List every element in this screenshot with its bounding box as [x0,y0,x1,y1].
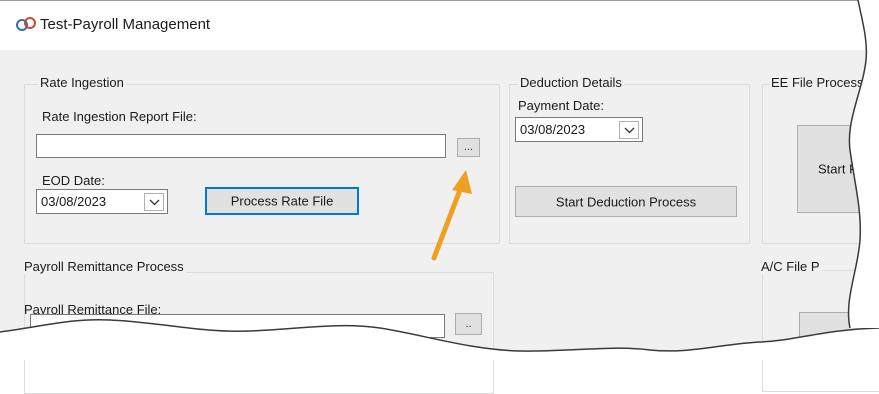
ee-file-processing-legend: EE File Processi [769,75,869,90]
start-deduction-process-button[interactable]: Start Deduction Process [515,186,737,217]
process-rate-file-button[interactable]: Process Rate File [205,187,359,215]
window-title: Test-Payroll Management [40,16,211,33]
ac-file-button[interactable] [799,312,879,352]
rate-ingestion-group [24,84,500,244]
payment-date-value: 03/08/2023 [520,122,586,137]
link-icon [16,17,36,31]
start-file-button[interactable]: Start File [797,125,879,213]
rate-ingestion-report-file-input[interactable] [36,134,446,158]
payroll-window: Test-Payroll Management Rate Ingestion R… [0,0,879,394]
eod-date-picker[interactable]: 03/08/2023 [36,189,168,214]
chevron-down-icon [149,199,160,206]
eod-date-dropdown-button[interactable] [144,193,164,211]
payroll-remittance-legend: Payroll Remittance Process [22,259,186,274]
rate-ingestion-report-file-label: Rate Ingestion Report File: [42,109,197,124]
payment-date-label: Payment Date: [518,98,604,113]
rate-file-browse-button[interactable]: ... [457,138,480,157]
payment-date-picker[interactable]: 03/08/2023 [515,117,643,142]
title-bar: Test-Payroll Management [0,0,879,50]
deduction-details-legend: Deduction Details [518,75,624,90]
remittance-browse-button[interactable]: .. [455,313,482,335]
eod-date-value: 03/08/2023 [41,194,107,209]
payment-date-dropdown-button[interactable] [619,121,639,139]
rate-ingestion-legend: Rate Ingestion [38,75,126,90]
chevron-down-icon [624,127,635,134]
client-area: Rate Ingestion Rate Ingestion Report Fil… [0,50,879,394]
payroll-remittance-file-input[interactable] [30,314,445,338]
eod-date-label: EOD Date: [42,173,105,188]
ac-file-legend: A/C File P [759,259,822,274]
